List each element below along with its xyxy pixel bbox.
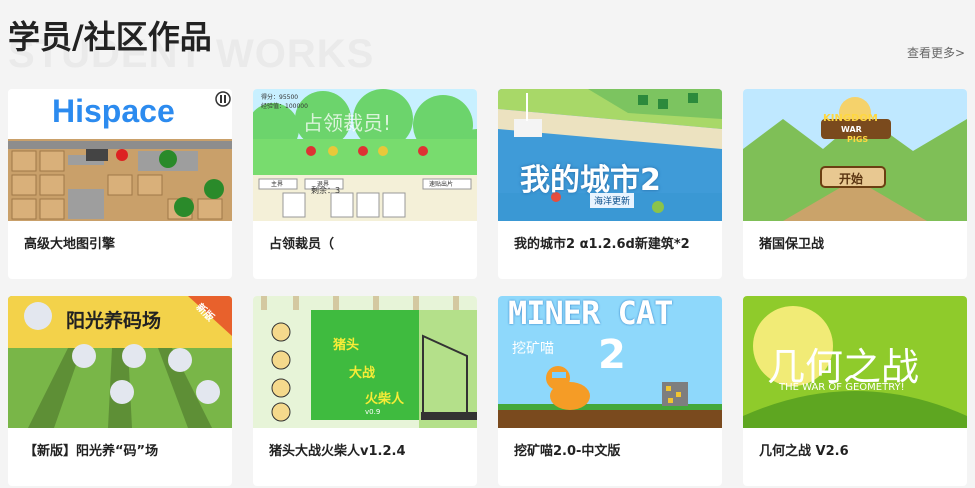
project-title: 我的城市2 α1.2.6d新建筑*2 [514,237,690,252]
project-card[interactable]: 得分：95500 经验值：100000 占领裁员! 主界 退界 速贴出片 剩余：… [253,89,477,279]
thumb-line1-text: 猪头 [333,338,360,353]
thumb-sub-text: 海洋更新 [590,193,635,208]
project-card[interactable]: MINER CAT 挖矿喵 2 挖矿喵2.0-中文版 [498,296,722,486]
thumb-banner-text: 占领裁员! [303,111,392,135]
project-thumbnail[interactable]: Hispace [8,89,232,221]
project-title: 高级大地图引擎 [24,237,116,252]
project-card[interactable]: 几何之战 THE WAR OF GEOMETRY! 几何之战 V2.6 [743,296,967,486]
project-thumbnail[interactable]: 猪头 大战 火柴人 v0.9 [253,296,477,428]
thumb-btn1-text: 主界 [271,181,284,188]
thumb-sub-text: THE WAR OF GEOMETRY! [779,382,905,393]
thumb-logo-line2: WAR [841,125,862,134]
project-card[interactable]: 猪头 大战 火柴人 v0.9 猪头大战火柴人v1.2.4 [253,296,477,486]
project-card[interactable]: 阳光养码场 新版 【新版】阳光养“码”场 [8,296,232,486]
projects-grid: Hispace 高级大地图引擎 得分：95500 经验值：100000 占领裁员… [8,89,967,486]
thumb-logo-line1: KINGDOM [823,113,878,124]
project-thumbnail[interactable]: 我的城市2 海洋更新 [498,89,722,221]
project-thumbnail[interactable]: 阳光养码场 新版 [8,296,232,428]
thumb-sub-text: 挖矿喵 [512,341,554,357]
project-thumbnail[interactable]: 得分：95500 经验值：100000 占领裁员! 主界 退界 速贴出片 剩余：… [253,89,477,221]
thumb-logo-text: MINER CAT [508,296,673,332]
thumb-line2-text: 大战 [349,366,376,381]
project-thumbnail[interactable]: KINGDOM WAR PIGS 开始 [743,89,967,221]
section-header: STUDENT WORKS 学员/社区作品 查看更多> [8,10,968,76]
project-title: 挖矿喵2.0-中文版 [514,444,621,459]
project-card[interactable]: KINGDOM WAR PIGS 开始 猪国保卫战 [743,89,967,279]
project-thumbnail[interactable]: MINER CAT 挖矿喵 2 [498,296,722,428]
thumb-btn3-text: 速贴出片 [429,181,454,188]
project-title: 猪头大战火柴人v1.2.4 [269,444,406,459]
thumb-logo-line3: PIGS [847,135,869,144]
section-title: 学员/社区作品 [8,18,212,56]
thumb-num-text: 2 [598,332,626,378]
project-card[interactable]: Hispace 高级大地图引擎 [8,89,232,279]
thumb-line3-text: 火柴人 [365,392,405,407]
project-title: 占领裁员（ [269,237,335,252]
thumb-score-text: 得分：95500 [261,94,299,101]
thumb-logo-text: Hispace [52,93,175,129]
project-title: 猪国保卫战 [759,237,825,252]
thumb-exp-text: 经验值：100000 [261,103,308,110]
thumb-start-text: 开始 [839,172,864,186]
thumb-logo-text: 阳光养码场 [66,310,162,332]
project-card[interactable]: 我的城市2 海洋更新 我的城市2 α1.2.6d新建筑*2 [498,89,722,279]
project-thumbnail[interactable]: 几何之战 THE WAR OF GEOMETRY! [743,296,967,428]
thumb-left-text: 剩余：3 [311,186,341,195]
project-title: 几何之战 V2.6 [759,444,849,459]
project-title: 【新版】阳光养“码”场 [24,444,159,459]
thumb-ver-text: v0.9 [365,408,381,416]
view-more-link[interactable]: 查看更多> [907,44,965,61]
